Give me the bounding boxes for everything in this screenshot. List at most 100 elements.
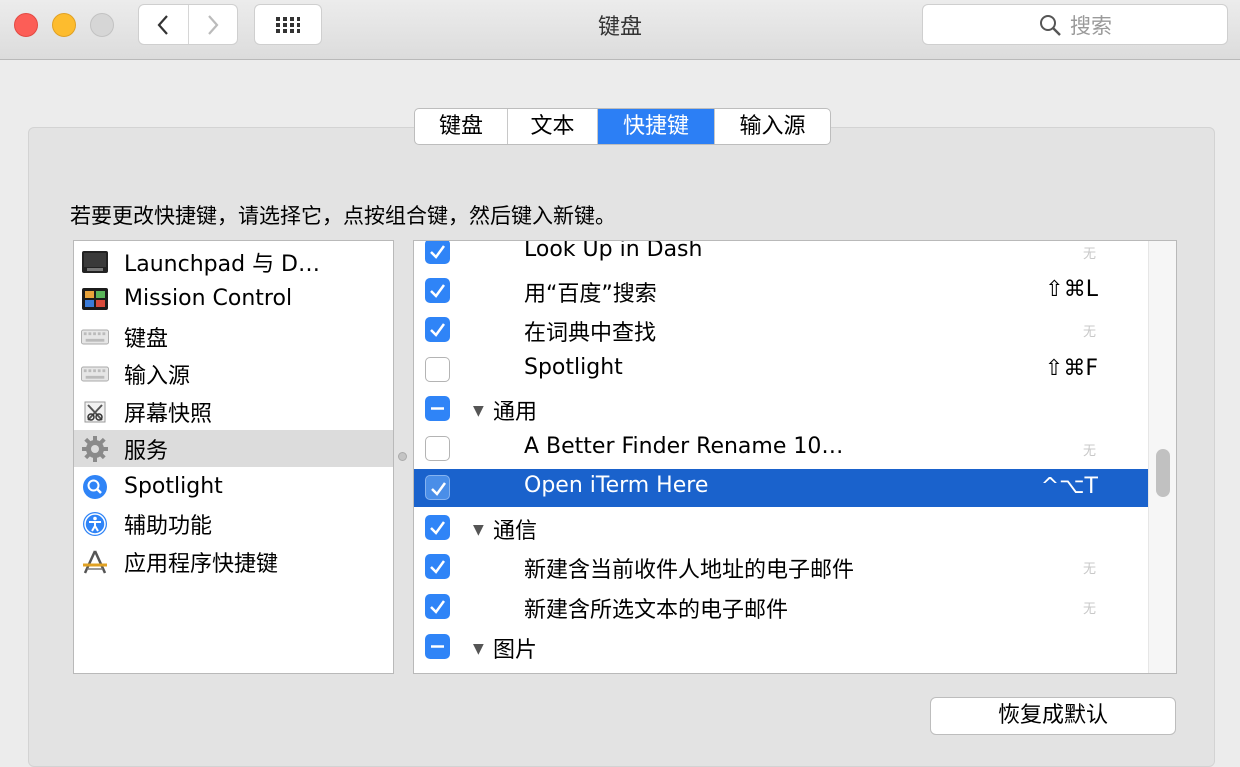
checkmark-icon (430, 323, 446, 337)
scrollbar-thumb[interactable] (1156, 449, 1170, 497)
tab-text[interactable]: 文本 (507, 109, 597, 144)
category-label: 输入源 (124, 363, 191, 389)
shortcut-row[interactable]: Spotlight ⇧⌘F (414, 351, 1148, 389)
grid-icon (276, 16, 300, 33)
input-source-icon (81, 361, 109, 387)
category-item-accessibility[interactable]: 辅助功能 (74, 505, 393, 542)
shortcut-row[interactable]: 新建含当前收件人地址的电子邮件 无 (414, 548, 1148, 586)
category-item-mission-control[interactable]: Mission Control (74, 280, 393, 317)
category-item-keyboard[interactable]: 键盘 (74, 318, 393, 355)
category-label: 屏幕快照 (124, 401, 213, 427)
checkbox-checked[interactable] (425, 241, 450, 264)
group-row[interactable]: ▼ 图片 (414, 628, 1148, 666)
title-bar: 键盘 搜索 (0, 0, 1240, 60)
checkmark-icon (430, 560, 446, 574)
checkmark-icon (430, 284, 446, 298)
app-shortcuts-icon (81, 549, 109, 575)
checkbox-checked[interactable] (425, 594, 450, 619)
shortcut-label: 新建含所选文本的电子邮件 (524, 598, 789, 623)
zoom-window-button[interactable] (90, 13, 114, 37)
dash-icon (431, 645, 444, 648)
chevron-right-icon (207, 14, 219, 35)
keyboard-icon (81, 324, 109, 350)
shortcut-label: 在词典中查找 (524, 321, 657, 346)
checkbox-mixed[interactable] (425, 634, 450, 659)
shortcut-key: ^⌥T (1040, 474, 1098, 499)
instruction-text: 若要更改快捷键，请选择它，点按组合键，然后键入新键。 (70, 204, 616, 228)
shortcut-list: Look Up in Dash 无 用“百度”搜索 ⇧⌘L 在词典中查找 无 S… (413, 240, 1177, 674)
disclosure-triangle-icon[interactable]: ▼ (473, 522, 484, 538)
checkbox-checked[interactable] (425, 317, 450, 342)
checkbox-checked[interactable] (425, 475, 450, 500)
close-window-button[interactable] (14, 13, 38, 37)
group-label: 通信 (493, 519, 538, 544)
checkbox-unchecked[interactable] (425, 436, 450, 461)
checkbox-checked[interactable] (425, 554, 450, 579)
tab-keyboard[interactable]: 键盘 (415, 109, 507, 144)
category-label: Mission Control (124, 286, 293, 311)
checkmark-icon (430, 600, 446, 614)
shortcut-key: 无 (1082, 444, 1096, 459)
screenshot-icon (81, 399, 109, 425)
category-label: 辅助功能 (124, 513, 213, 539)
shortcut-key: 无 (1082, 247, 1096, 262)
shortcut-label: 新建含当前收件人地址的电子邮件 (524, 558, 855, 583)
accessibility-icon (81, 511, 109, 537)
group-row[interactable]: ▼ 通信 (414, 509, 1148, 547)
shortcut-row-selected[interactable]: Open iTerm Here ^⌥T (414, 469, 1148, 507)
minimize-window-button[interactable] (52, 13, 76, 37)
checkmark-icon (431, 482, 447, 496)
checkbox-mixed[interactable] (425, 396, 450, 421)
spotlight-icon (81, 474, 109, 500)
disclosure-triangle-icon[interactable]: ▼ (473, 641, 484, 657)
category-item-launchpad[interactable]: Launchpad 与 D… (74, 243, 393, 280)
tab-input-sources[interactable]: 输入源 (714, 109, 830, 144)
chevron-left-icon (157, 14, 169, 35)
shortcut-label: Open iTerm Here (524, 473, 709, 498)
search-field[interactable]: 搜索 (922, 4, 1228, 45)
shortcut-row[interactable]: 在词典中查找 无 (414, 311, 1148, 349)
shortcut-key: ⇧⌘F (1044, 356, 1098, 381)
checkbox-checked[interactable] (425, 515, 450, 540)
shortcut-label: A Better Finder Rename 10… (524, 434, 844, 459)
disclosure-triangle-icon[interactable]: ▼ (473, 403, 484, 419)
dash-icon (431, 407, 444, 410)
shortcut-label: 用“百度”搜索 (524, 282, 657, 307)
shortcut-key: ⇧⌘L (1045, 277, 1098, 302)
shortcut-key: 无 (1082, 562, 1096, 577)
category-label: Spotlight (124, 474, 223, 499)
category-item-input-sources[interactable]: 输入源 (74, 355, 393, 392)
category-item-app-shortcuts[interactable]: 应用程序快捷键 (74, 543, 393, 580)
checkmark-icon (430, 245, 446, 259)
category-item-screenshots[interactable]: 屏幕快照 (74, 393, 393, 430)
group-row[interactable]: ▼ 通用 (414, 390, 1148, 428)
shortcut-row[interactable]: A Better Finder Rename 10… 无 (414, 430, 1148, 468)
search-icon (1040, 14, 1061, 36)
shortcut-row[interactable]: 用“百度”搜索 ⇧⌘L (414, 272, 1148, 310)
checkbox-unchecked[interactable] (425, 357, 450, 382)
category-item-spotlight[interactable]: Spotlight (74, 468, 393, 505)
back-button[interactable] (139, 5, 188, 44)
search-placeholder: 搜索 (1070, 13, 1112, 38)
shortcut-label: Look Up in Dash (524, 240, 703, 262)
back-forward-group (138, 4, 238, 45)
shortcut-row[interactable]: Look Up in Dash 无 (414, 240, 1148, 271)
show-all-button[interactable] (254, 4, 322, 45)
shortcut-key: 无 (1082, 325, 1096, 340)
launchpad-icon (81, 249, 109, 275)
category-label: Launchpad 与 D… (124, 251, 321, 277)
checkbox-checked[interactable] (425, 278, 450, 303)
category-label: 服务 (124, 438, 169, 464)
category-list: Launchpad 与 D… Mission Control 键盘 输入源 屏幕… (73, 240, 394, 674)
category-label: 应用程序快捷键 (124, 551, 279, 577)
tab-shortcuts[interactable]: 快捷键 (597, 109, 714, 144)
group-label: 图片 (493, 638, 538, 663)
restore-defaults-button[interactable]: 恢复成默认 (930, 697, 1176, 735)
split-view-handle[interactable] (398, 452, 407, 461)
shortcut-row[interactable]: 新建含所选文本的电子邮件 无 (414, 588, 1148, 626)
gear-icon (81, 435, 109, 462)
group-label: 通用 (493, 400, 538, 425)
shortcut-key: 无 (1082, 602, 1096, 617)
forward-button[interactable] (187, 5, 238, 44)
category-item-services[interactable]: 服务 (74, 430, 393, 467)
